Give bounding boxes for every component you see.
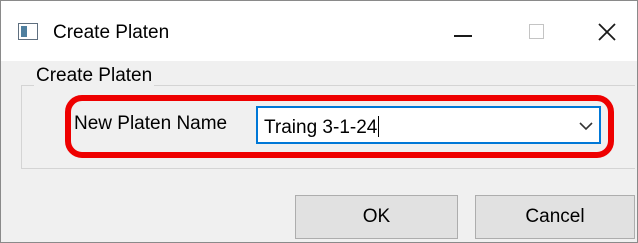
annotation-highlight — [65, 95, 614, 158]
dialog-window-icon — [18, 23, 38, 40]
maximize-icon — [529, 24, 544, 39]
create-platen-dialog: Create Platen Create Platen New Platen N… — [0, 0, 638, 243]
minimize-button[interactable] — [433, 1, 493, 61]
minimize-icon — [454, 35, 472, 37]
title-bar[interactable]: Create Platen — [1, 1, 637, 61]
ok-button[interactable]: OK — [295, 195, 458, 239]
cancel-button[interactable]: Cancel — [475, 195, 635, 239]
maximize-button — [507, 1, 567, 61]
group-legend: Create Platen — [34, 65, 155, 87]
close-icon — [598, 23, 616, 41]
close-button[interactable] — [577, 1, 637, 61]
window-title: Create Platen — [53, 22, 170, 43]
